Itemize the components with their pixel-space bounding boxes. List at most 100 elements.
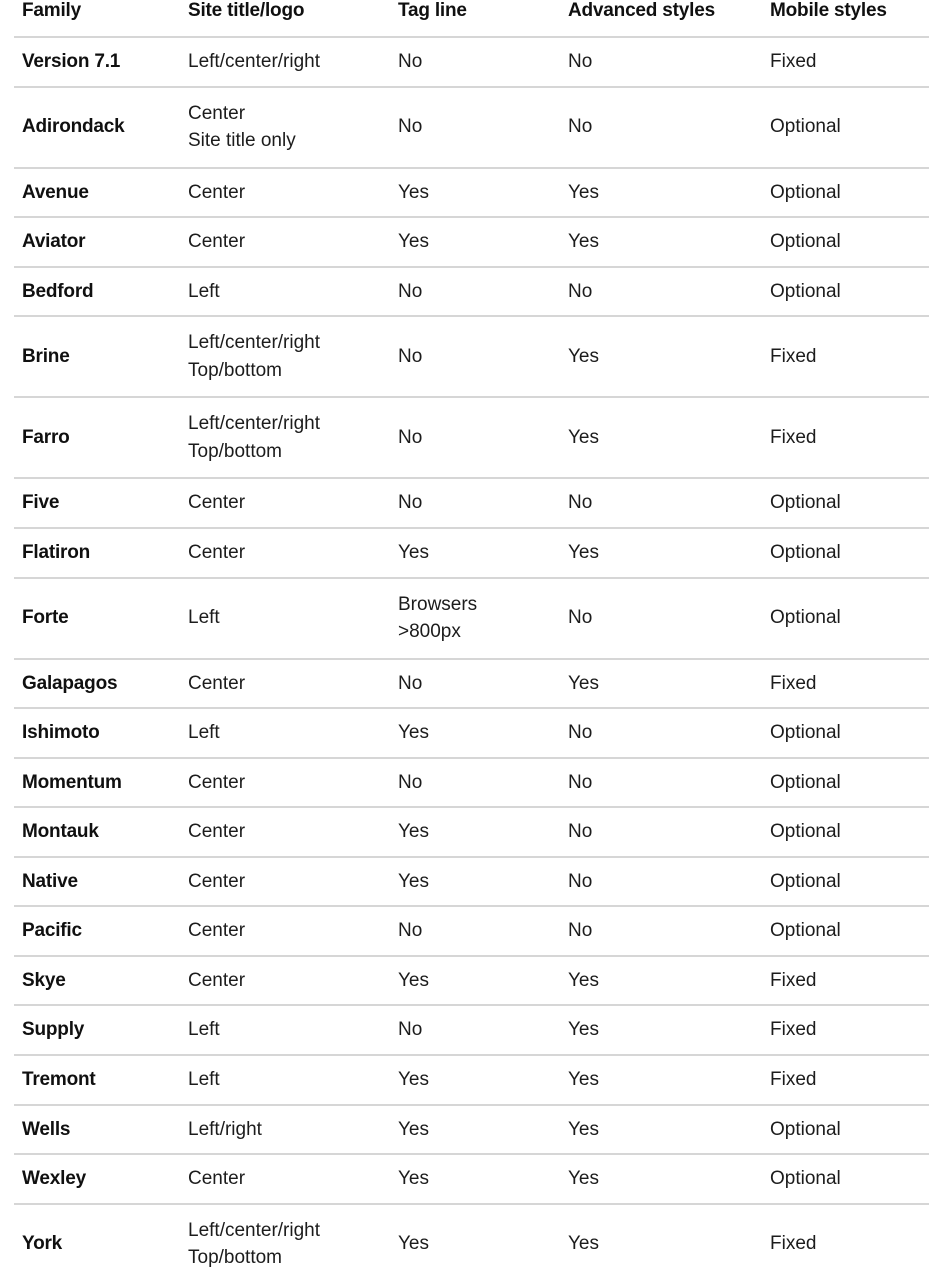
cell-line-primary: Optional — [770, 722, 841, 744]
cell-tag: No — [390, 478, 560, 530]
cell-line-primary: Center — [188, 672, 246, 694]
cell-tag: No — [390, 757, 560, 809]
cell-line-primary: No — [398, 1019, 423, 1041]
cell-tag: No — [390, 316, 560, 399]
cell-site: Left — [180, 708, 390, 759]
table-row: Brine Left/center/right Top/bottom No Yes Fix… — [14, 316, 929, 399]
cell-advanced: Yes — [560, 1154, 762, 1205]
cell-site: Left/center/right Top/bottom — [180, 397, 390, 480]
cell-family: Skye — [14, 955, 180, 1007]
cell-family: Farro — [14, 397, 180, 480]
cell-tag: No — [390, 1005, 560, 1057]
cell-line-primary: Fixed — [770, 346, 817, 368]
cell-mobile: Optional — [762, 217, 929, 268]
cell-line-primary: Galapagos — [22, 672, 118, 694]
cell-line-secondary: Top/bottom — [188, 359, 282, 381]
cell-line-primary: Adirondack — [22, 116, 125, 138]
cell-mobile: Optional — [762, 528, 929, 579]
cell-line-primary: Optional — [770, 771, 841, 793]
cell-line-secondary: Top/bottom — [188, 440, 282, 462]
table-row: York Left/center/right Top/bottom Yes Yes Fix… — [14, 1204, 929, 1284]
cell-mobile: Fixed — [762, 955, 929, 1007]
cell-line-primary: No — [398, 672, 423, 694]
cell-site: Center — [180, 807, 390, 858]
cell-line-primary: Optional — [770, 280, 841, 302]
cell-line-primary: Optional — [770, 1118, 841, 1140]
cell-line-primary: Yes — [398, 1168, 429, 1190]
cell-line-secondary: Top/bottom — [188, 1247, 282, 1269]
cell-line-primary: Wells — [22, 1118, 71, 1140]
table-row: Flatiron Center Yes Yes Optional — [14, 528, 929, 579]
cell-line-primary: Yes — [568, 1233, 599, 1255]
cell-mobile: Optional — [762, 757, 929, 809]
cell-line-primary: Left/center/right — [188, 1219, 321, 1241]
cell-mobile: Optional — [762, 708, 929, 759]
cell-line-primary: Optional — [770, 1168, 841, 1190]
cell-tag: Yes — [390, 807, 560, 858]
cell-family: Montauk — [14, 807, 180, 858]
cell-tag: No — [390, 906, 560, 957]
theme-feature-comparison-table: Family Site title/logo Tag line Advanced st… — [14, 0, 929, 1284]
cell-line-primary: Center — [188, 1168, 246, 1190]
cell-line-primary: No — [568, 51, 593, 72]
cell-line-primary: Center — [188, 492, 246, 514]
column-header-family: Family — [14, 0, 180, 38]
cell-line-primary: No — [568, 492, 593, 514]
cell-line-primary: Aviator — [22, 231, 86, 253]
cell-line-primary: Yes — [568, 672, 599, 694]
cell-family: Pacific — [14, 906, 180, 957]
table-row: Momentum Center No No Optional — [14, 757, 929, 809]
table-header-row: Family Site title/logo Tag line Advanced st… — [14, 0, 929, 38]
cell-line-primary: Yes — [398, 969, 429, 991]
cell-advanced: Yes — [560, 1055, 762, 1106]
cell-line-primary: Yes — [568, 1019, 599, 1041]
cell-site: Left/center/right Top/bottom — [180, 1204, 390, 1284]
table-row: Bedford Left No No Optional — [14, 266, 929, 318]
cell-line-primary: Yes — [568, 969, 599, 991]
cell-site: Left — [180, 266, 390, 318]
cell-family: Momentum — [14, 757, 180, 809]
cell-line-primary: Bedford — [22, 280, 94, 302]
cell-site: Center — [180, 478, 390, 530]
column-header-tag: Tag line — [390, 0, 560, 38]
column-header-mobile: Mobile styles — [762, 0, 929, 38]
cell-line-primary: Native — [22, 870, 78, 892]
cell-line-primary: Yes — [568, 1168, 599, 1190]
cell-line-primary: No — [398, 920, 423, 942]
table-row: Supply Left No Yes Fixed — [14, 1005, 929, 1057]
cell-advanced: No — [560, 37, 762, 88]
cell-mobile: Optional — [762, 577, 929, 660]
cell-site: Center — [180, 1154, 390, 1205]
cell-line-primary: No — [398, 280, 423, 302]
cell-site: Left/right — [180, 1104, 390, 1156]
cell-family: Adirondack — [14, 86, 180, 169]
cell-site: Left — [180, 1005, 390, 1057]
cell-line-primary: No — [568, 771, 593, 793]
cell-line-primary: Center — [188, 771, 246, 793]
cell-mobile: Fixed — [762, 316, 929, 399]
table-row: Five Center No No Optional — [14, 478, 929, 530]
cell-line-primary: Left/center/right — [188, 51, 321, 72]
cell-mobile: Optional — [762, 266, 929, 318]
cell-tag: Yes — [390, 1154, 560, 1205]
cell-site: Left/center/right Top/bottom — [180, 316, 390, 399]
cell-mobile: Optional — [762, 1104, 929, 1156]
cell-line-primary: Fixed — [770, 672, 817, 694]
cell-line-primary: Yes — [568, 542, 599, 564]
cell-line-primary: No — [568, 722, 593, 744]
cell-line-primary: Optional — [770, 492, 841, 514]
cell-line-primary: Farro — [22, 427, 70, 449]
cell-tag: No — [390, 86, 560, 169]
cell-line-primary: Left — [188, 280, 220, 302]
table-row: Aviator Center Yes Yes Optional — [14, 217, 929, 268]
table-row: Adirondack Center Site title only No No Optio… — [14, 86, 929, 169]
cell-line-primary: Left — [188, 1019, 220, 1041]
cell-line-primary: Fixed — [770, 969, 817, 991]
cell-advanced: No — [560, 266, 762, 318]
cell-line-primary: York — [22, 1233, 63, 1255]
cell-site: Center — [180, 167, 390, 219]
cell-line-primary: Center — [188, 920, 246, 942]
cell-advanced: Yes — [560, 1005, 762, 1057]
cell-line-primary: Yes — [398, 821, 429, 843]
cell-line-primary: No — [568, 821, 593, 843]
